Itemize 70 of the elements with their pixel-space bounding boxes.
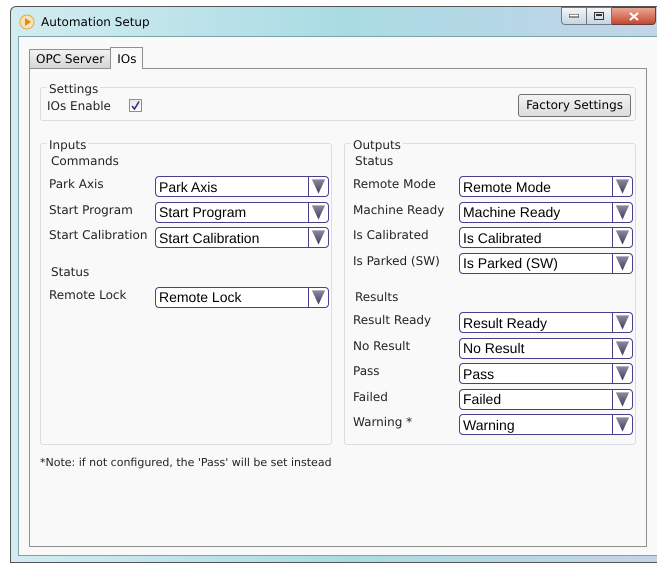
tab[interactable]: OPC Server <box>29 49 110 68</box>
check-icon <box>130 100 140 110</box>
section-title: Commands <box>50 153 120 170</box>
field-label: Warning * <box>353 414 414 432</box>
field-label: Failed <box>353 388 389 406</box>
caret-icon <box>612 415 632 434</box>
dropdown-value: Park Axis <box>158 180 218 194</box>
field-label: Is Calibrated <box>353 227 430 244</box>
dropdown[interactable]: Is Parked (SW) <box>459 252 633 274</box>
caret-icon <box>612 177 632 196</box>
dropdown[interactable]: Warning <box>459 414 633 436</box>
dropdown[interactable]: Is Calibrated <box>459 227 633 248</box>
dropdown-value: Start Calibration <box>158 230 260 245</box>
caret-icon <box>612 202 632 222</box>
dropdown[interactable]: No Result <box>459 338 633 359</box>
field-label: Start Program <box>49 202 134 219</box>
dropdown[interactable]: Machine Ready <box>459 202 633 223</box>
caret-icon <box>308 202 328 222</box>
caret-icon <box>612 228 632 248</box>
dropdown[interactable]: Result Ready <box>459 312 633 334</box>
caret-icon <box>612 313 632 332</box>
section-title: Status <box>354 153 394 170</box>
dropdown[interactable]: Remote Lock <box>155 286 329 308</box>
dropdown-value: No Result <box>462 341 526 356</box>
dropdown-value: Is Parked (SW) <box>462 256 559 270</box>
close-icon <box>628 12 638 20</box>
section-title: Status <box>50 264 90 280</box>
dropdown-value: Failed <box>462 392 502 406</box>
field-label: No Result <box>353 338 412 355</box>
factory-settings-button[interactable]: Factory Settings <box>518 94 631 116</box>
dropdown-value: Is Calibrated <box>462 230 543 245</box>
caret-icon <box>612 364 632 384</box>
note-text: *Note: if not configured, the 'Pass' will be set instead <box>40 455 333 471</box>
minimize-button[interactable] <box>561 7 587 25</box>
maximize-button[interactable] <box>587 7 612 25</box>
field-label: Machine Ready <box>353 202 446 219</box>
field-label: Remote Lock <box>49 286 128 304</box>
field-label: Is Parked (SW) <box>353 252 441 270</box>
field-label: Remote Mode <box>353 176 437 194</box>
app-icon <box>19 14 35 30</box>
caret-icon <box>612 338 632 358</box>
caret-icon <box>612 390 632 409</box>
dropdown[interactable]: Remote Mode <box>459 176 633 198</box>
checkbox-label: IOs Enable <box>47 98 111 114</box>
field-label: Park Axis <box>49 176 105 194</box>
tab[interactable]: IOs <box>110 47 144 69</box>
dropdown[interactable]: Start Calibration <box>155 227 329 248</box>
field-label: Result Ready <box>353 312 432 330</box>
window-title: Automation Setup <box>41 14 150 30</box>
caret-icon <box>308 288 328 307</box>
dropdown[interactable]: Pass <box>459 363 633 384</box>
caret-icon <box>308 177 328 196</box>
dropdown[interactable]: Failed <box>459 388 633 410</box>
minimize-icon <box>569 14 579 18</box>
dropdown-value: Pass <box>462 366 496 381</box>
dropdown[interactable]: Start Program <box>155 202 329 223</box>
dropdown-value: Remote Lock <box>158 290 242 304</box>
dropdown-value: Machine Ready <box>462 205 562 220</box>
dropdown[interactable]: Park Axis <box>155 176 329 198</box>
dropdown-value: Warning <box>462 418 516 432</box>
dropdown-value: Start Program <box>158 205 248 220</box>
enable-checkbox[interactable] <box>128 98 142 112</box>
maximize-icon <box>594 12 604 20</box>
field-label: Pass <box>353 363 381 380</box>
caret-icon <box>308 228 328 248</box>
dropdown-value: Remote Mode <box>462 180 552 194</box>
close-button[interactable] <box>612 7 656 25</box>
section-title: Results <box>354 289 400 306</box>
dropdown-value: Result Ready <box>462 316 548 330</box>
caret-icon <box>612 254 632 273</box>
